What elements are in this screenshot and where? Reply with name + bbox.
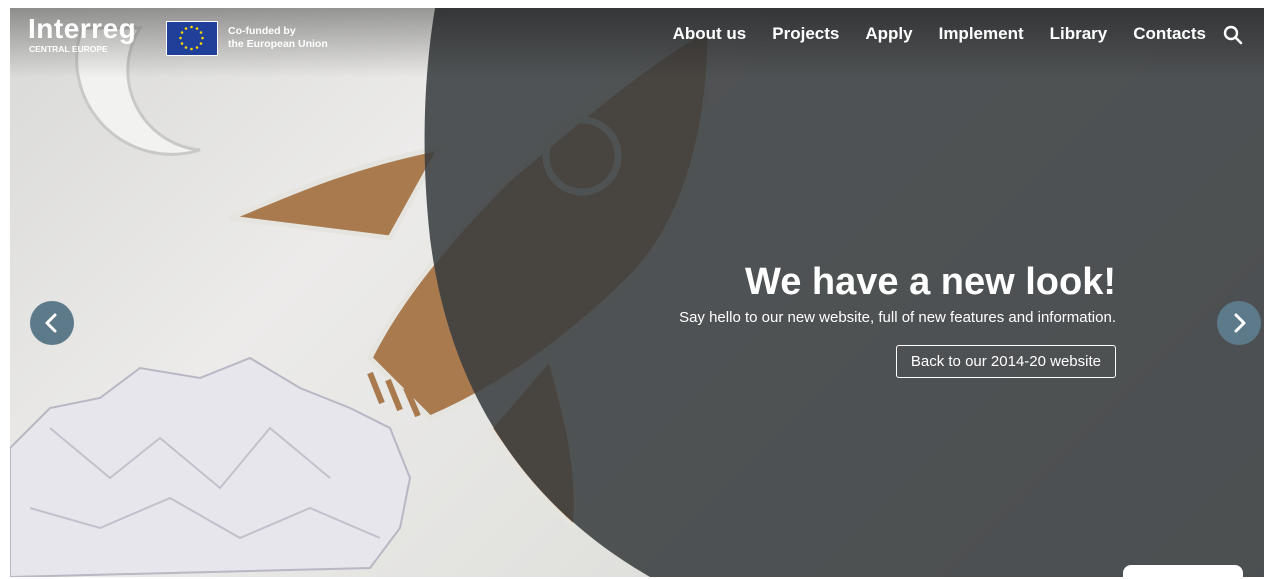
hero-banner: Interreg CENTRAL EUROPE Co-funded by the…	[10, 8, 1264, 577]
slide-title: We have a new look!	[745, 261, 1116, 303]
nav-contacts[interactable]: Contacts	[1133, 24, 1206, 44]
carousel-next-button[interactable]	[1217, 301, 1261, 345]
nav-implement[interactable]: Implement	[939, 24, 1024, 44]
brand-region: CENTRAL EUROPE	[29, 44, 108, 54]
eu-cofunded-line1: Co-funded by	[228, 25, 296, 37]
chevron-right-icon	[1234, 313, 1246, 333]
search-icon[interactable]	[1222, 24, 1244, 46]
brand-name: Interreg	[28, 13, 137, 44]
back-to-old-website-button[interactable]: Back to our 2014-20 website	[895, 345, 1116, 378]
nav-about-us[interactable]: About us	[673, 24, 747, 44]
nav-library[interactable]: Library	[1050, 24, 1108, 44]
main-navigation: About us Projects Apply Implement Librar…	[673, 24, 1206, 44]
eu-flag-icon	[166, 21, 218, 56]
nav-apply[interactable]: Apply	[865, 24, 912, 44]
nav-projects[interactable]: Projects	[772, 24, 839, 44]
eu-cofunded-text: Co-funded by the European Union	[228, 25, 368, 51]
slide-content: We have a new look! Say hello to our new…	[679, 260, 1116, 378]
eu-cofunded-line2: the European Union	[228, 38, 328, 50]
chevron-left-icon	[45, 313, 57, 333]
slide-subtitle: Say hello to our new website, full of ne…	[679, 309, 1116, 326]
carousel-prev-button[interactable]	[30, 301, 74, 345]
